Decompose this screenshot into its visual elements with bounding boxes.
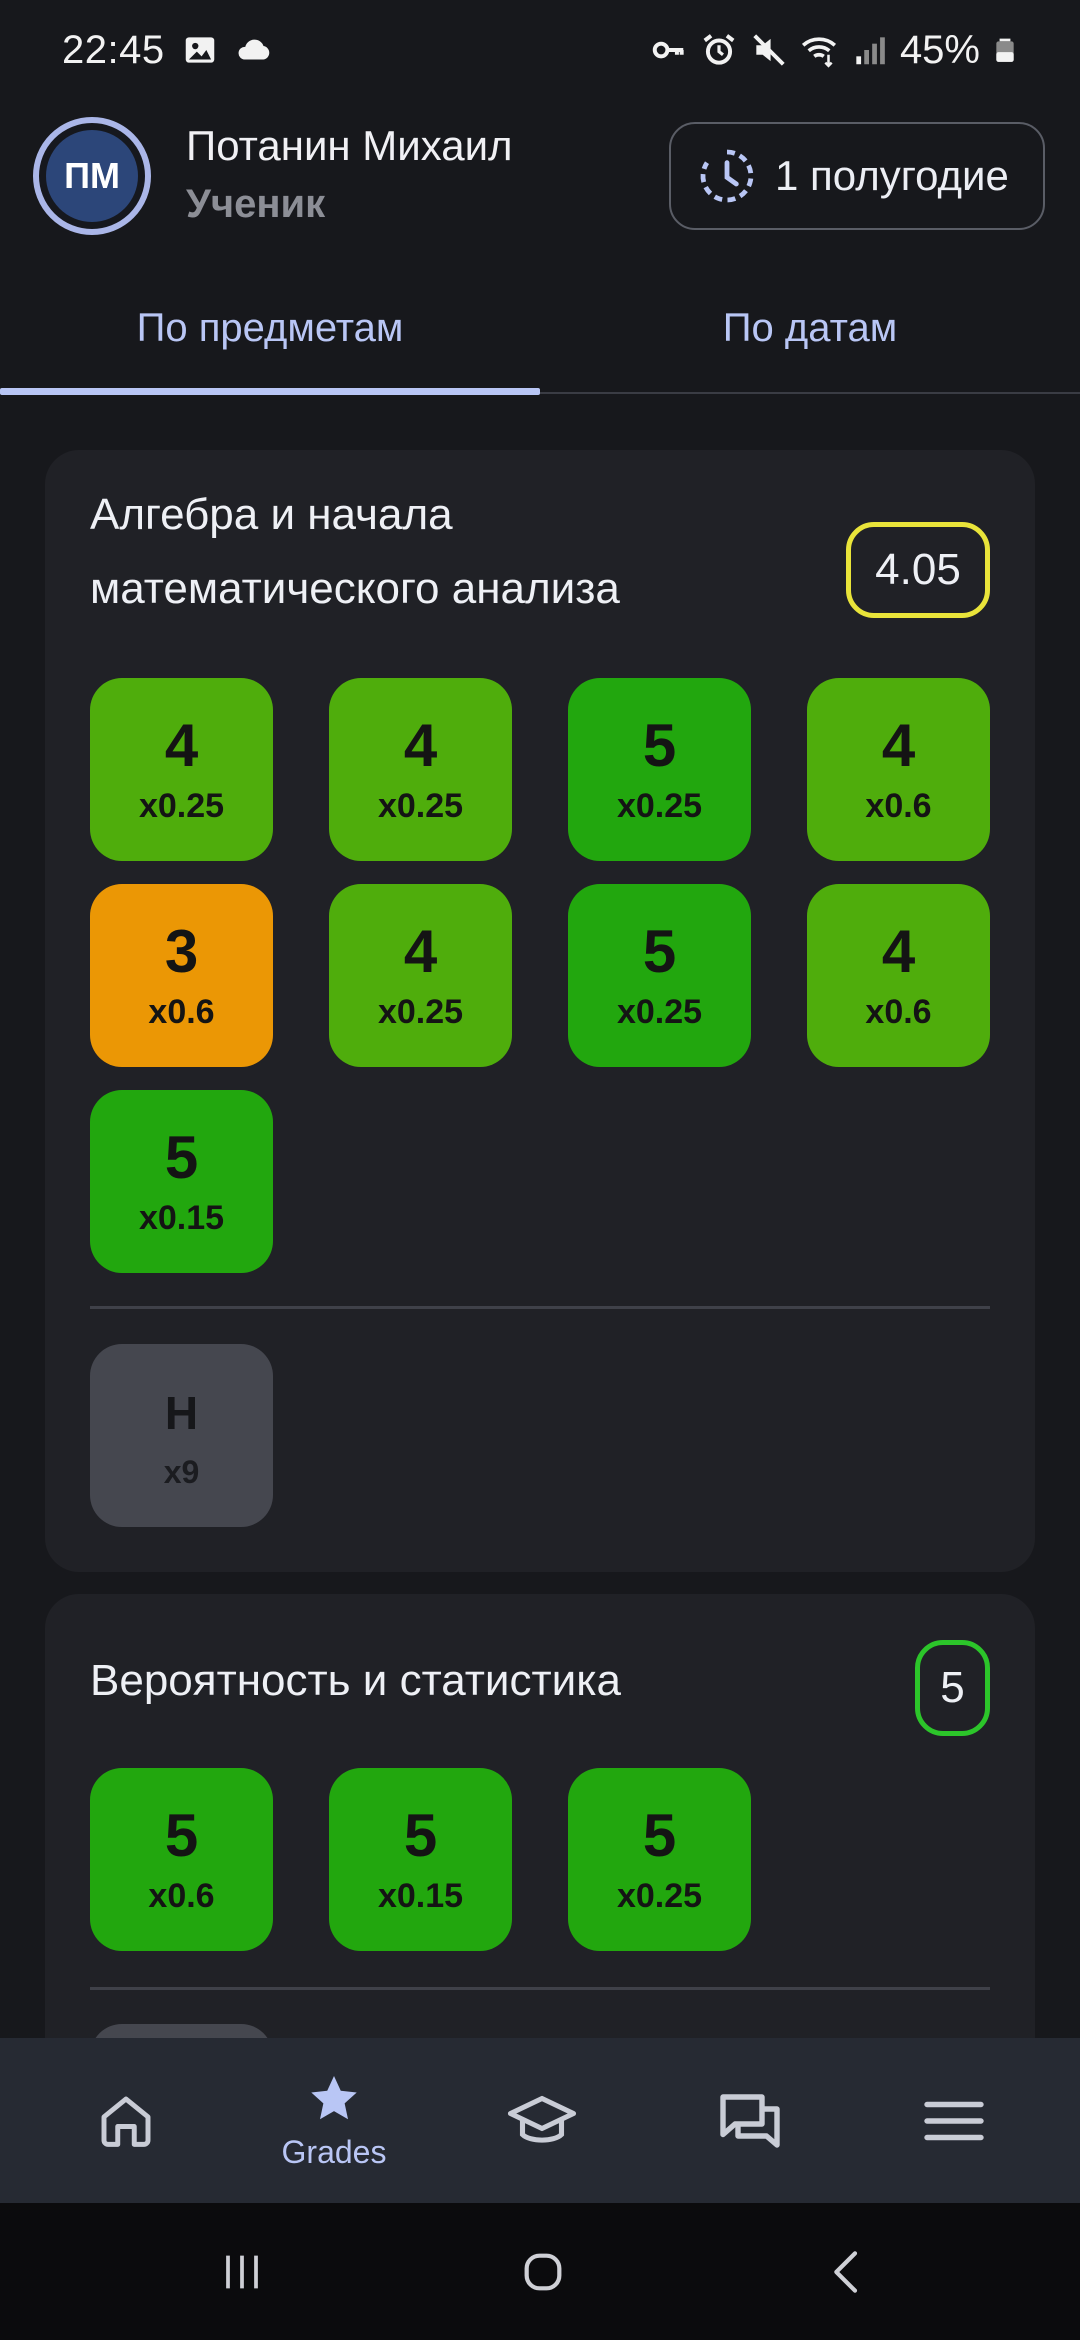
status-time: 22:45 bbox=[62, 27, 165, 72]
graduation-cap-icon bbox=[507, 2095, 577, 2143]
grade-tile[interactable]: 4 x0.25 bbox=[329, 678, 512, 861]
nav-messages[interactable] bbox=[642, 2038, 858, 2203]
grade-value: 5 bbox=[164, 1802, 199, 1869]
grade-tile[interactable]: 5 x0.25 bbox=[568, 678, 751, 861]
nav-label: Grades bbox=[281, 2134, 387, 2170]
system-back-button[interactable] bbox=[768, 2203, 928, 2340]
grade-weight: x0.6 bbox=[148, 1877, 215, 1915]
subject-title: Вероятность и статистика bbox=[90, 1656, 621, 1705]
grade-weight: x0.25 bbox=[377, 787, 464, 825]
user-role: Ученик bbox=[186, 182, 326, 226]
grade-tile[interactable]: 5 x0.6 bbox=[90, 1768, 273, 1951]
absence-mark: Н bbox=[164, 1387, 199, 1439]
back-icon bbox=[834, 2250, 858, 2293]
grade-tile[interactable]: 5 x0.15 bbox=[329, 1768, 512, 1951]
tab-by-subject[interactable]: По предметам bbox=[0, 270, 540, 386]
vpn-key-icon bbox=[652, 41, 684, 59]
mute-icon bbox=[753, 34, 785, 66]
grade-value: 4 bbox=[881, 918, 916, 985]
grade-tile[interactable]: 4 x0.6 bbox=[807, 678, 990, 861]
grade-value: 4 bbox=[403, 918, 438, 985]
avatar[interactable]: ПМ bbox=[33, 117, 151, 235]
period-selector-button[interactable]: 1 полугодие bbox=[669, 122, 1045, 230]
status-bar: 22:45 45% bbox=[0, 0, 1080, 100]
alarm-icon bbox=[703, 34, 735, 65]
app-root: 22:45 45% ПМ Потанин Михаил Ученик 1 пол… bbox=[0, 0, 1080, 2340]
system-home-button[interactable] bbox=[463, 2203, 623, 2340]
average-badge: 4.05 bbox=[846, 522, 990, 618]
home-icon bbox=[101, 2096, 151, 2147]
grade-tile[interactable]: 5 x0.25 bbox=[568, 884, 751, 1067]
grade-tile[interactable]: 4 x0.25 bbox=[90, 678, 273, 861]
tab-by-date[interactable]: По датам bbox=[540, 270, 1080, 386]
grade-tile[interactable]: 5 x0.25 bbox=[568, 1768, 751, 1951]
battery-icon bbox=[996, 38, 1014, 62]
subject-card-algebra[interactable]: Алгебра и начала математического анализа… bbox=[45, 450, 1035, 1572]
home-circle-icon bbox=[524, 2253, 562, 2290]
grade-weight: x0.25 bbox=[377, 993, 464, 1031]
grade-value: 4 bbox=[403, 712, 438, 779]
cloud-icon bbox=[238, 39, 269, 60]
view-tabs: По предметам По датам bbox=[0, 270, 1080, 395]
grade-weight: x0.25 bbox=[138, 787, 225, 825]
avatar-initials: ПМ bbox=[46, 130, 138, 222]
bottom-navigation: Grades bbox=[0, 2038, 1080, 2203]
grade-weight: x0.15 bbox=[377, 1877, 464, 1915]
grade-value: 4 bbox=[881, 712, 916, 779]
average-badge: 5 bbox=[915, 1640, 990, 1736]
grade-tile[interactable]: 4 x0.25 bbox=[329, 884, 512, 1067]
subject-title: Алгебра и начала математического анализа bbox=[90, 490, 620, 613]
nav-grades[interactable]: Grades bbox=[226, 2038, 442, 2203]
grade-value: 5 bbox=[642, 712, 677, 779]
grade-tile[interactable]: 3 x0.6 bbox=[90, 884, 273, 1067]
battery-percent: 45% bbox=[899, 27, 980, 72]
grade-value: 4 bbox=[164, 712, 199, 779]
status-right: 45% bbox=[650, 28, 1018, 73]
grade-value: 5 bbox=[642, 918, 677, 985]
star-icon bbox=[311, 2076, 357, 2120]
user-name: Потанин Михаил bbox=[186, 122, 513, 169]
grade-weight: x0.25 bbox=[616, 1877, 703, 1915]
wifi-icon bbox=[801, 37, 836, 68]
signal-icon bbox=[856, 37, 885, 65]
grade-value: 5 bbox=[164, 1124, 199, 1191]
absence-tile[interactable]: Н x9 bbox=[90, 1344, 273, 1527]
nav-menu[interactable] bbox=[846, 2038, 1062, 2203]
absence-count: x9 bbox=[163, 1454, 200, 1490]
section-divider bbox=[90, 1987, 990, 1990]
grade-weight: x0.6 bbox=[865, 787, 932, 825]
profile-header: ПМ Потанин Михаил Ученик 1 полугодие bbox=[0, 100, 1080, 270]
recents-icon bbox=[226, 2255, 258, 2288]
grade-weight: x0.6 bbox=[148, 993, 215, 1031]
active-tab-indicator bbox=[0, 388, 540, 395]
nav-education[interactable] bbox=[434, 2038, 650, 2203]
grade-weight: x0.25 bbox=[616, 993, 703, 1031]
period-label: 1 полугодие bbox=[775, 152, 1009, 199]
menu-icon bbox=[924, 2101, 984, 2140]
system-navigation-bar bbox=[0, 2203, 1080, 2340]
status-left: 22:45 bbox=[62, 28, 273, 73]
grade-tile[interactable]: 4 x0.6 bbox=[807, 884, 990, 1067]
section-divider bbox=[90, 1306, 990, 1309]
image-icon bbox=[185, 37, 214, 63]
clock-history-icon bbox=[700, 149, 754, 203]
grade-weight: x0.6 bbox=[865, 993, 932, 1031]
chat-icon bbox=[720, 2093, 780, 2148]
grade-value: 5 bbox=[642, 1802, 677, 1869]
grade-weight: x0.25 bbox=[616, 787, 703, 825]
recents-button[interactable] bbox=[162, 2203, 322, 2340]
nav-home[interactable] bbox=[18, 2038, 234, 2203]
grade-weight: x0.15 bbox=[138, 1199, 225, 1237]
grade-tile[interactable]: 5 x0.15 bbox=[90, 1090, 273, 1273]
grade-value: 5 bbox=[403, 1802, 438, 1869]
grade-value: 3 bbox=[164, 918, 199, 985]
